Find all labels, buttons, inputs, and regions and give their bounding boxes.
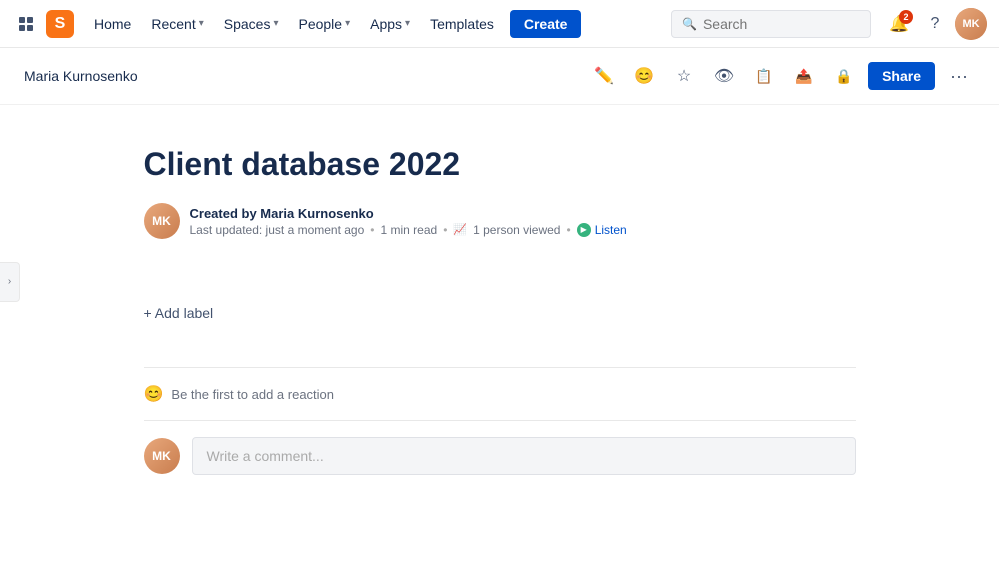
reaction-emoji-icon: 😊 [144, 384, 164, 404]
user-avatar[interactable]: MK [955, 8, 987, 40]
author-info: Created by Maria Kurnosenko Last updated… [190, 206, 627, 237]
nav-spaces[interactable]: Spaces ▾ [216, 10, 287, 38]
reactions-row: 😊 Be the first to add a reaction [144, 367, 856, 420]
edit-icon-button[interactable]: ✏️ [588, 60, 620, 92]
read-time: 1 min read [380, 223, 437, 237]
star-icon: ☆ [677, 66, 691, 86]
eye-icon: 👁 [714, 66, 734, 86]
view-icon: 📈 [453, 223, 467, 236]
author-row: MK Created by Maria Kurnosenko Last upda… [144, 203, 856, 239]
top-navigation: S Home Recent ▾ Spaces ▾ People ▾ Apps ▾… [0, 0, 999, 48]
nav-apps[interactable]: Apps ▾ [362, 10, 418, 38]
recent-chevron-icon: ▾ [199, 18, 204, 29]
create-button[interactable]: Create [510, 10, 582, 38]
search-box[interactable]: 🔍 [671, 10, 871, 38]
page-toolbar: Maria Kurnosenko ✏️ 😊 ☆ 👁 📋 📤 🔒 [0, 48, 999, 105]
more-icon: ··· [950, 66, 968, 87]
nav-people[interactable]: People ▾ [290, 10, 358, 38]
nav-recent[interactable]: Recent ▾ [143, 10, 211, 38]
toolbar-actions: ✏️ 😊 ☆ 👁 📋 📤 🔒 Share ··· [588, 60, 975, 92]
spaces-chevron-icon: ▾ [273, 18, 278, 29]
people-chevron-icon: ▾ [345, 18, 350, 29]
page-content: Client database 2022 MK Created by Maria… [120, 105, 880, 571]
lock-icon: 🔒 [835, 68, 852, 85]
page-title: Client database 2022 [144, 145, 856, 183]
app-logo[interactable]: S [46, 10, 74, 38]
lock-icon-button[interactable]: 🔒 [828, 60, 860, 92]
logo-area: S [12, 10, 74, 38]
info-icon: 📋 [755, 68, 772, 85]
export-icon: 📤 [795, 68, 812, 85]
comment-input[interactable]: Write a comment... [192, 437, 856, 475]
star-icon-button[interactable]: ☆ [668, 60, 700, 92]
search-input[interactable] [703, 16, 860, 32]
separator-dot-2: • [443, 223, 447, 237]
info-icon-button[interactable]: 📋 [748, 60, 780, 92]
share-button[interactable]: Share [868, 62, 935, 90]
separator-dot-1: • [370, 223, 374, 237]
comment-user-avatar: MK [144, 438, 180, 474]
last-updated: Last updated: just a moment ago [190, 223, 365, 237]
search-icon: 🔍 [682, 17, 697, 31]
chevron-right-icon: › [8, 276, 11, 287]
nav-templates[interactable]: Templates [422, 10, 502, 38]
emoji-icon: 😊 [634, 66, 654, 86]
more-options-button[interactable]: ··· [943, 60, 975, 92]
separator-dot-3: • [566, 223, 570, 237]
apps-chevron-icon: ▾ [405, 18, 410, 29]
export-icon-button[interactable]: 📤 [788, 60, 820, 92]
grid-icon-button[interactable] [12, 10, 40, 38]
watch-icon-button[interactable]: 👁 [708, 60, 740, 92]
author-meta: Last updated: just a moment ago • 1 min … [190, 223, 627, 237]
nav-icon-group: 🔔 2 ? MK [883, 8, 987, 40]
author-name: Created by Maria Kurnosenko [190, 206, 627, 221]
notification-badge: 2 [899, 10, 913, 24]
add-label-button[interactable]: + Add label [144, 299, 856, 327]
edit-icon: ✏️ [594, 66, 614, 86]
view-count: 1 person viewed [473, 223, 560, 237]
help-icon: ? [931, 15, 940, 33]
comment-area: MK Write a comment... [144, 420, 856, 491]
help-button[interactable]: ? [919, 8, 951, 40]
notifications-button[interactable]: 🔔 2 [883, 8, 915, 40]
listen-button[interactable]: ▶ Listen [577, 223, 627, 237]
breadcrumb: Maria Kurnosenko [24, 68, 588, 84]
nav-home[interactable]: Home [86, 10, 139, 38]
author-avatar: MK [144, 203, 180, 239]
listen-play-icon: ▶ [577, 223, 591, 237]
grid-icon [18, 16, 34, 32]
emoji-icon-button[interactable]: 😊 [628, 60, 660, 92]
sidebar-toggle-button[interactable]: › [0, 262, 20, 302]
content-area: Maria Kurnosenko ✏️ 😊 ☆ 👁 📋 📤 🔒 [0, 48, 999, 571]
reaction-label: Be the first to add a reaction [171, 387, 334, 402]
